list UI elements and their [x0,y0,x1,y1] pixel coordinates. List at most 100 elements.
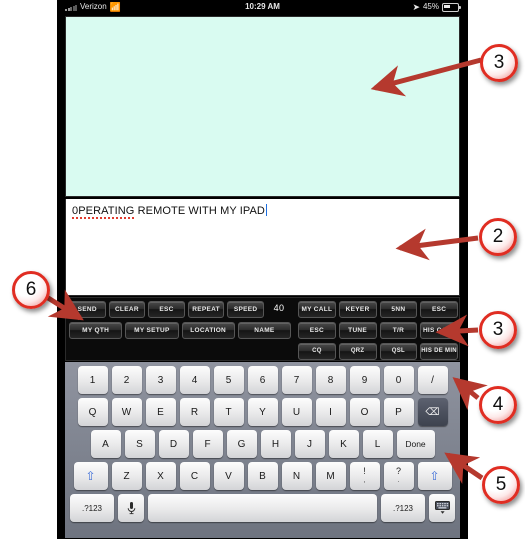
key-5[interactable]: 5 [213,366,244,394]
macro-tr-button[interactable]: T/R [379,322,418,339]
macro-speed-button[interactable]: SPEED [227,301,264,318]
key-exclaim-comma[interactable]: ! , [349,462,380,490]
key-z[interactable]: Z [111,462,142,490]
key-9[interactable]: 9 [349,366,380,394]
shift-right-icon[interactable]: ⇧ [417,462,452,490]
key-o[interactable]: O [349,398,380,426]
macro-esc-button[interactable]: ESC [148,301,185,318]
key-f[interactable]: F [192,430,223,458]
key-3[interactable]: 3 [145,366,176,394]
key-u[interactable]: U [281,398,312,426]
clock-label: 10:29 AM [245,2,280,11]
callout-4: 4 [479,386,517,424]
keyboard-hide-icon[interactable] [429,494,455,522]
speed-value-label: 40 [273,303,285,313]
key-g[interactable]: G [226,430,257,458]
ipad-device-frame: Verizon 📶 10:29 AM ➤ 45% 0PERATING REMOT… [57,0,468,539]
macro-keyer-button[interactable]: KEYER [338,301,377,318]
macro-qrz-button[interactable]: QRZ [338,343,377,360]
key-period-label: . [397,477,400,484]
macro-row-3: MY CALL KEYER 5NN ESC [298,301,458,318]
macro-tune-button[interactable]: TUNE [338,322,377,339]
macro-row-4: ESC TUNE T/R HIS CALL [298,322,458,339]
space-key[interactable] [148,494,377,522]
key-0[interactable]: 0 [383,366,414,394]
key-d[interactable]: D [158,430,189,458]
macro-row-1: SEND CLEAR ESC REPEAT SPEED 40 [69,301,291,318]
key-i[interactable]: I [315,398,346,426]
done-key[interactable]: Done [396,430,435,458]
macro-cq-button[interactable]: CQ [298,343,336,360]
key-v[interactable]: V [213,462,244,490]
key-y[interactable]: Y [247,398,278,426]
key-j[interactable]: J [294,430,325,458]
key-x[interactable]: X [145,462,176,490]
key-6[interactable]: 6 [247,366,278,394]
callout-2: 2 [479,218,517,256]
macro-esc2-button[interactable]: ESC [420,301,458,318]
macro-my-setup-button[interactable]: MY SETUP [125,322,179,339]
key-2[interactable]: 2 [111,366,142,394]
key-b[interactable]: B [247,462,278,490]
key-w[interactable]: W [111,398,142,426]
key-8[interactable]: 8 [315,366,346,394]
microphone-icon[interactable] [118,494,144,522]
keyboard-hide-glyph [434,501,450,514]
key-e[interactable]: E [145,398,176,426]
battery-percent-label: 45% [422,2,439,11]
key-p[interactable]: P [383,398,414,426]
key-m[interactable]: M [315,462,346,490]
macro-esc3-button[interactable]: ESC [298,322,336,339]
numeric-switch-left-key[interactable]: .?123 [70,494,114,522]
key-comma-label: , [363,477,366,484]
compose-rest-text: REMOTE WITH MY IPAD [134,205,265,217]
macro-right-group: MY CALL KEYER 5NN ESC ESC TUNE T/R HIS C… [298,301,458,364]
macro-his-call-button[interactable]: HIS CALL [420,322,458,339]
key-a[interactable]: A [90,430,121,458]
macro-5nn-button[interactable]: 5NN [379,301,418,318]
received-text-pane[interactable] [65,16,460,197]
key-question-period[interactable]: ? . [383,462,414,490]
callout-3-top: 3 [480,44,518,82]
key-c[interactable]: C [179,462,210,490]
macro-repeat-button[interactable]: REPEAT [187,301,225,318]
key-s[interactable]: S [124,430,155,458]
key-1[interactable]: 1 [77,366,108,394]
key-h[interactable]: H [260,430,291,458]
keyboard-row-bottom: .?123 .?123 [65,494,460,522]
key-k[interactable]: K [328,430,359,458]
microphone-glyph [127,502,135,515]
compose-text-pane[interactable]: 0PERATING REMOTE WITH MY IPAD [65,199,460,296]
macro-clear-button[interactable]: CLEAR [108,301,146,318]
keyboard-row-qwerty: Q W E R T Y U I O P ⌫ [65,398,460,426]
ipad-screen: Verizon 📶 10:29 AM ➤ 45% 0PERATING REMOT… [61,0,464,539]
numeric-switch-right-key[interactable]: .?123 [381,494,425,522]
macro-my-call-button[interactable]: MY CALL [298,301,336,318]
key-4[interactable]: 4 [179,366,210,394]
callout-3-bottom: 3 [479,311,517,349]
macro-qsl-button[interactable]: QSL [379,343,418,360]
macro-his-de-mine-button[interactable]: HIS DE MINE [420,343,458,360]
keyboard-row-numbers: 1 2 3 4 5 6 7 8 9 0 / [65,366,460,394]
misspelled-word: 0PERATING [72,205,135,219]
key-7[interactable]: 7 [281,366,312,394]
macro-name-button[interactable]: NAME [237,322,291,339]
key-exclaim-label: ! [363,466,366,476]
on-screen-keyboard: 1 2 3 4 5 6 7 8 9 0 / Q W E R T Y U I O … [65,362,460,538]
key-t[interactable]: T [213,398,244,426]
key-slash[interactable]: / [417,366,448,394]
key-r[interactable]: R [179,398,210,426]
key-l[interactable]: L [362,430,393,458]
keyboard-row-zxcv: ⇧ Z X C V B N M ! , ? . ⇧ [65,462,460,490]
status-bar: Verizon 📶 10:29 AM ➤ 45% [61,0,464,14]
macro-send-button[interactable]: SEND [69,301,106,318]
macro-row-2: MY QTH MY SETUP LOCATION NAME [69,322,291,339]
callout-5: 5 [482,466,520,504]
text-caret [265,204,267,216]
macro-my-qth-button[interactable]: MY QTH [69,322,123,339]
key-n[interactable]: N [281,462,312,490]
shift-left-icon[interactable]: ⇧ [73,462,108,490]
backspace-icon[interactable]: ⌫ [417,398,448,426]
key-q[interactable]: Q [77,398,108,426]
macro-location-button[interactable]: LOCATION [181,322,235,339]
